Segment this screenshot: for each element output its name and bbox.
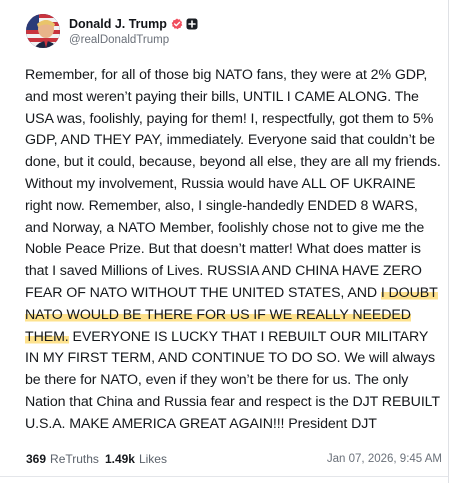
post-text-part-2: EVERYONE IS LUCKY THAT I REBUILT OUR MIL… — [25, 328, 440, 432]
likes-count: 1.49k — [104, 452, 135, 466]
avatar-image — [26, 14, 60, 48]
plus-square-icon — [186, 18, 198, 30]
divider — [0, 476, 448, 477]
retruths-label: ReTruths — [50, 452, 99, 466]
author-handle[interactable]: @realDonaldTrump — [69, 34, 198, 46]
post-body: Remember, for all of those big NATO fans… — [25, 65, 443, 436]
post-footer: 369 ReTruths 1.49k Likes Jan 07, 2026, 9:4… — [26, 452, 442, 466]
retruths-count: 369 — [26, 452, 47, 466]
post-text-part-1: Remember, for all of those big NATO fans… — [25, 67, 441, 301]
author-block: Donald J. Trump @realDonaldTrump — [69, 16, 198, 46]
page-edge — [452, 0, 464, 483]
display-name[interactable]: Donald J. Trump — [69, 17, 167, 31]
verified-check-icon — [171, 18, 183, 30]
avatar[interactable] — [26, 14, 60, 48]
post-timestamp[interactable]: Jan 07, 2026, 9:45 AM — [327, 453, 442, 465]
name-row: Donald J. Trump — [69, 16, 198, 32]
truth-post-card: Donald J. Trump @realDonaldTrump Remembe… — [0, 0, 449, 483]
retruths-stat[interactable]: 369 ReTruths — [26, 452, 99, 466]
post-header: Donald J. Trump @realDonaldTrump — [26, 14, 198, 48]
likes-label: Likes — [138, 452, 167, 466]
likes-stat[interactable]: 1.49k Likes — [105, 452, 167, 466]
